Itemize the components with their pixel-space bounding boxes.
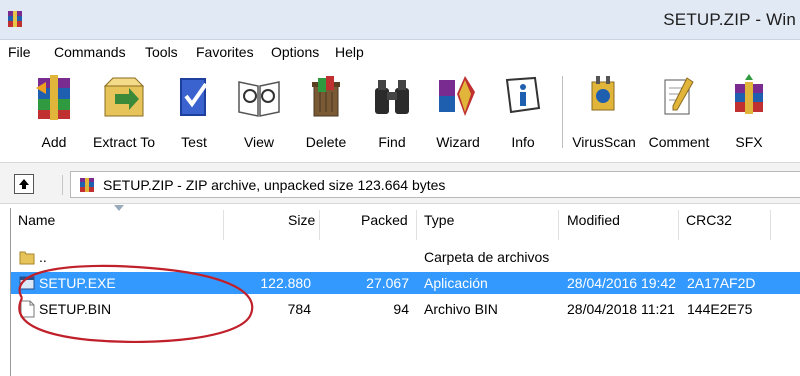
comment-label: Comment (648, 134, 710, 150)
column-divider[interactable] (319, 210, 320, 240)
file-list: Name Size Packed Type Modified CRC32 .. … (0, 204, 800, 376)
delete-label: Delete (305, 134, 347, 150)
winrar-app-icon[interactable] (6, 10, 24, 28)
info-button[interactable]: Info (492, 70, 554, 156)
extract-icon (103, 77, 145, 117)
file-row-setup-exe[interactable]: SETUP.EXE 122.880 27.067 Aplicación 28/0… (11, 272, 800, 294)
file-name: .. (39, 249, 47, 265)
file-modified: 28/04/2018 11:21 (567, 301, 675, 317)
sfx-icon (735, 74, 763, 114)
virusscan-button[interactable]: VirusScan (572, 70, 636, 156)
column-divider[interactable] (558, 210, 559, 240)
delete-button[interactable]: Delete (295, 70, 357, 156)
address-separator (62, 175, 63, 195)
find-button[interactable]: Find (361, 70, 423, 156)
file-modified: 28/04/2016 19:42 (567, 275, 676, 291)
menu-help[interactable]: Help (335, 44, 364, 60)
toolbar: Add Extract To Test View Delete Find Wiz… (0, 66, 800, 160)
menu-bar: File Commands Tools Favorites Options He… (0, 40, 800, 66)
column-divider[interactable] (223, 210, 224, 240)
file-crc32: 144E2E75 (687, 301, 753, 317)
column-divider[interactable] (678, 210, 679, 240)
archive-path-text: SETUP.ZIP - ZIP archive, unpacked size 1… (103, 177, 446, 193)
address-bar: SETUP.ZIP - ZIP archive, unpacked size 1… (0, 162, 800, 204)
wizard-icon (439, 76, 475, 116)
column-header-type[interactable]: Type (424, 212, 454, 238)
view-label: View (243, 134, 275, 150)
add-button[interactable]: Add (23, 70, 85, 156)
file-size: 122.880 (260, 275, 311, 291)
file-packed: 94 (393, 301, 409, 317)
extract-to-button[interactable]: Extract To (93, 70, 155, 156)
up-one-level-button[interactable] (14, 174, 34, 194)
column-divider[interactable] (416, 210, 417, 240)
column-header-packed[interactable]: Packed (361, 212, 408, 238)
menu-favorites[interactable]: Favorites (196, 44, 254, 60)
column-header-size[interactable]: Size (288, 212, 315, 238)
toolbar-separator (562, 76, 563, 148)
sfx-label: SFX (735, 134, 763, 150)
column-header-name[interactable]: Name (18, 212, 55, 238)
comment-icon (664, 77, 694, 115)
column-header-crc32[interactable]: CRC32 (686, 212, 732, 238)
address-field[interactable]: SETUP.ZIP - ZIP archive, unpacked size 1… (70, 171, 800, 198)
archive-icon (80, 178, 94, 192)
list-left-border (10, 208, 11, 376)
info-icon (505, 76, 541, 114)
file-name: SETUP.EXE (39, 275, 116, 291)
sfx-button[interactable]: SFX (718, 70, 780, 156)
window-title: SETUP.ZIP - Win (663, 10, 796, 29)
up-arrow-icon (19, 179, 29, 189)
sort-indicator-icon (114, 205, 124, 211)
file-packed: 27.067 (366, 275, 409, 291)
add-icon (36, 75, 70, 120)
menu-options[interactable]: Options (271, 44, 319, 60)
view-icon (238, 81, 280, 117)
wizard-button[interactable]: Wizard (427, 70, 489, 156)
title-bar: SETUP.ZIP - Win (0, 0, 800, 40)
folder-icon (19, 251, 35, 265)
column-divider[interactable] (770, 210, 771, 240)
add-label: Add (41, 134, 67, 150)
delete-icon (312, 76, 340, 117)
test-icon (180, 78, 208, 116)
virusscan-icon (591, 76, 615, 111)
file-row-parent[interactable]: .. Carpeta de archivos (11, 246, 800, 268)
binoculars-icon (375, 80, 409, 114)
menu-tools[interactable]: Tools (145, 44, 178, 60)
file-crc32: 2A17AF2D (687, 275, 756, 291)
exe-icon (19, 276, 35, 290)
menu-file[interactable]: File (8, 44, 31, 60)
file-type: Archivo BIN (424, 301, 498, 317)
info-label: Info (511, 134, 535, 150)
file-size: 784 (287, 301, 311, 317)
virusscan-label: VirusScan (572, 134, 636, 150)
extract-label: Extract To (93, 134, 155, 150)
comment-button[interactable]: Comment (648, 70, 710, 156)
file-icon (20, 300, 35, 318)
test-button[interactable]: Test (163, 70, 225, 156)
file-type: Carpeta de archivos (424, 249, 550, 265)
wizard-label: Wizard (436, 134, 480, 150)
column-header-modified[interactable]: Modified (567, 212, 620, 238)
find-label: Find (378, 134, 406, 150)
file-name: SETUP.BIN (39, 301, 112, 317)
file-type: Aplicación (424, 275, 488, 291)
test-label: Test (181, 134, 207, 150)
menu-commands[interactable]: Commands (54, 44, 126, 60)
view-button[interactable]: View (228, 70, 290, 156)
file-row-setup-bin[interactable]: SETUP.BIN 784 94 Archivo BIN 28/04/2018 … (11, 298, 800, 320)
